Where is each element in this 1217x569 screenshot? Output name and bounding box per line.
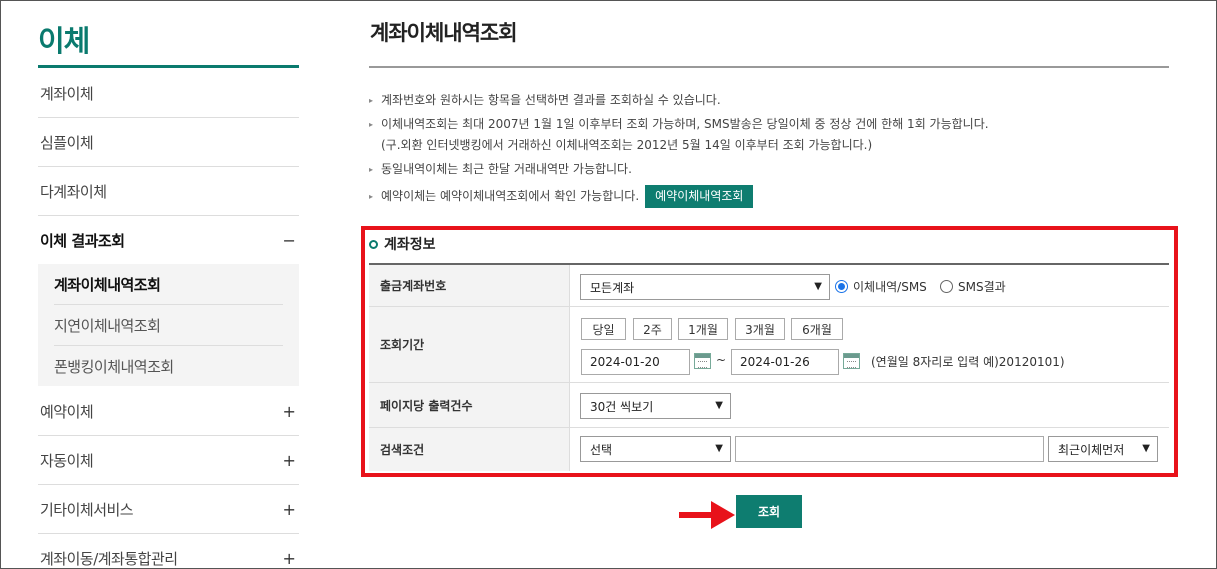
search-submit-button[interactable]: 조회 [736, 495, 802, 528]
circle-bullet-icon [369, 239, 378, 249]
per-page-label: 페이지당 출력건수 [369, 383, 570, 427]
title-divider [369, 66, 1169, 68]
sidebar-item-label: 심플이체 [40, 133, 94, 152]
period-2weeks-button[interactable]: 2주 [633, 318, 672, 340]
date-separator: ~ [716, 353, 727, 367]
plus-icon[interactable]: + [279, 549, 299, 568]
notice-item: ▸ 동일내역이체는 최근 한달 거래내역만 가능합니다. [369, 159, 632, 179]
period-label: 조회기간 [369, 307, 570, 382]
chevron-down-icon: ▼ [814, 281, 822, 292]
per-page-select[interactable]: 30건 씩보기 ▼ [580, 393, 731, 419]
account-select-value: 모든계좌 [590, 280, 635, 295]
notice-text: 동일내역이체는 최근 한달 거래내역만 가능합니다. [381, 162, 632, 176]
chevron-down-icon: ▼ [715, 400, 723, 411]
sidebar-title-divider [38, 65, 299, 68]
calendar-icon[interactable] [694, 353, 711, 369]
sidebar-item-multi-transfer[interactable]: 다계좌이체 [38, 167, 299, 216]
form-row-per-page: 페이지당 출력건수 30건 씩보기 ▼ [369, 383, 1169, 428]
account-select[interactable]: 모든계좌 ▼ [580, 274, 830, 300]
sidebar-item-label: 계좌이동/계좌통합관리 [40, 550, 178, 568]
plus-icon[interactable]: + [279, 402, 299, 421]
sidebar-submenu: 계좌이체내역조회 지연이체내역조회 폰뱅킹이체내역조회 [38, 264, 299, 386]
bullet-arrow-icon: ▸ [369, 95, 374, 105]
calendar-icon[interactable] [843, 353, 860, 369]
radio-sms-result[interactable]: SMS결과 [940, 278, 1006, 295]
sidebar-item-scheduled-transfer[interactable]: 예약이체 + [38, 387, 299, 436]
plus-icon[interactable]: + [279, 451, 299, 470]
sidebar-item-simple-transfer[interactable]: 심플이체 [38, 118, 299, 167]
sidebar-item-account-move[interactable]: 계좌이동/계좌통합관리 + [38, 534, 299, 569]
search-condition-select[interactable]: 선택 ▼ [580, 436, 731, 462]
section-title-text: 계좌정보 [384, 237, 436, 253]
date-format-hint: (연월일 8자리로 입력 예)20120101) [871, 355, 1065, 369]
notice-text: 계좌번호와 원하시는 항목을 선택하면 결과를 조회하실 수 있습니다. [381, 93, 721, 107]
start-date-input[interactable]: 2024-01-20 [581, 349, 690, 375]
sidebar-subitem-phonebanking[interactable]: 폰뱅킹이체내역조회 [54, 346, 283, 387]
per-page-select-value: 30건 씩보기 [590, 399, 654, 414]
sidebar-item-transfer-results[interactable]: 이체 결과조회 − [38, 216, 299, 265]
form-row-period: 조회기간 당일 2주 1개월 3개월 6개월 2024-01-20 ~ 2024… [369, 307, 1169, 383]
notice-text-continued: (구.외환 인터넷뱅킹에서 거래하신 이체내역조회는 2012년 5월 14일 … [381, 138, 873, 152]
account-label: 출금계좌번호 [369, 265, 570, 306]
sidebar-item-auto-transfer[interactable]: 자동이체 + [38, 436, 299, 485]
sidebar-item-label: 이체 결과조회 [40, 231, 125, 250]
notice-text: 이체내역조회는 최대 2007년 1월 1일 이후부터 조회 가능하며, SMS… [381, 117, 989, 131]
radio-button-unchecked[interactable] [940, 280, 953, 293]
page-title: 계좌이체내역조회 [370, 21, 518, 45]
sidebar-item-label: 다계좌이체 [40, 182, 107, 201]
sidebar-item-label: 예약이체 [40, 402, 94, 421]
period-3months-button[interactable]: 3개월 [735, 318, 785, 340]
radio-button-checked[interactable] [835, 280, 848, 293]
sidebar-item-label: 자동이체 [40, 451, 94, 470]
sidebar-item-other-services[interactable]: 기타이체서비스 + [38, 485, 299, 534]
sidebar-subitem-delayed-transfer[interactable]: 지연이체내역조회 [54, 305, 283, 346]
sidebar-item-label: 기타이체서비스 [40, 500, 134, 519]
red-arrow-icon [679, 501, 735, 529]
account-info-form: 출금계좌번호 모든계좌 ▼ 이체내역/SMS SMS결과 조회기간 당일 2주 … [369, 263, 1169, 471]
period-today-button[interactable]: 당일 [581, 318, 626, 340]
chevron-down-icon: ▼ [715, 443, 723, 454]
radio-history-sms[interactable]: 이체내역/SMS [835, 278, 927, 295]
collapse-icon[interactable]: − [279, 231, 299, 250]
bullet-arrow-icon: ▸ [369, 191, 374, 201]
section-title: 계좌정보 [369, 234, 436, 254]
notice-text: 예약이체는 예약이체내역조회에서 확인 가능합니다. [381, 189, 640, 203]
plus-icon[interactable]: + [279, 500, 299, 519]
sidebar-subitem-transfer-history[interactable]: 계좌이체내역조회 [54, 264, 283, 305]
notice-item: ▸ 예약이체는 예약이체내역조회에서 확인 가능합니다. 예약이체내역조회 [369, 184, 754, 208]
period-6months-button[interactable]: 6개월 [791, 318, 843, 340]
bullet-arrow-icon: ▸ [369, 119, 374, 129]
search-condition-value: 선택 [590, 442, 613, 457]
sidebar-item-label: 계좌이체 [40, 84, 94, 103]
sort-order-select[interactable]: 최근이체먼저 ▼ [1048, 436, 1158, 462]
sidebar-title: 이체 [38, 24, 90, 58]
end-date-input[interactable]: 2024-01-26 [731, 349, 839, 375]
chevron-down-icon: ▼ [1142, 443, 1150, 454]
radio-label: SMS결과 [958, 280, 1006, 294]
bullet-arrow-icon: ▸ [369, 164, 374, 174]
notice-item: ▸ 이체내역조회는 최대 2007년 1월 1일 이후부터 조회 가능하며, SM… [369, 114, 989, 134]
period-1month-button[interactable]: 1개월 [678, 318, 728, 340]
form-row-search: 검색조건 선택 ▼ 최근이체먼저 ▼ [369, 428, 1169, 471]
search-condition-label: 검색조건 [369, 428, 570, 471]
reserved-transfer-history-button[interactable]: 예약이체내역조회 [645, 185, 754, 208]
search-keyword-input[interactable] [735, 436, 1044, 462]
radio-label: 이체내역/SMS [853, 280, 927, 294]
form-row-account: 출금계좌번호 모든계좌 ▼ 이체내역/SMS SMS결과 [369, 265, 1169, 307]
notice-item: ▸ 계좌번호와 원하시는 항목을 선택하면 결과를 조회하실 수 있습니다. [369, 90, 721, 110]
sort-order-value: 최근이체먼저 [1058, 442, 1125, 457]
sidebar-item-account-transfer[interactable]: 계좌이체 [38, 69, 299, 118]
